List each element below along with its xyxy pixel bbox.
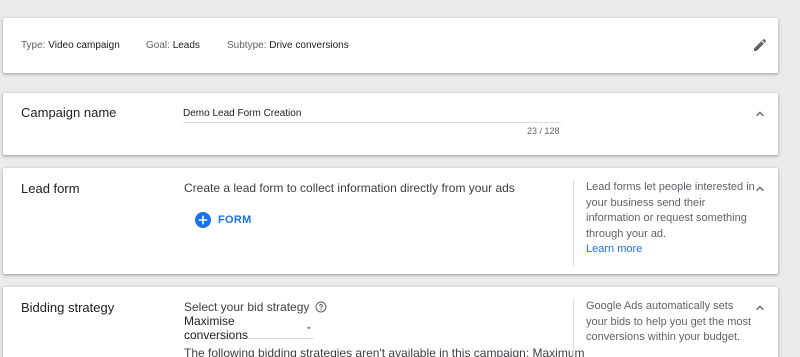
campaign-summary-card: Type: Video campaign Goal: Leads Subtype… xyxy=(3,18,778,73)
bid-strategy-prompt: Select your bid strategy xyxy=(184,300,327,314)
campaign-name-input[interactable]: Demo Lead Form Creation xyxy=(183,103,561,123)
campaign-type: Type: Video campaign xyxy=(21,40,120,51)
help-divider xyxy=(573,180,574,266)
campaign-name-value: Demo Lead Form Creation xyxy=(183,108,302,119)
char-counter: 23 / 128 xyxy=(527,126,560,136)
lead-form-title: Lead form xyxy=(21,181,80,196)
dropdown-arrow-icon xyxy=(307,327,312,330)
bid-strategy-select[interactable]: Maximise conversions xyxy=(184,314,314,342)
chevron-up-icon[interactable] xyxy=(752,181,768,197)
campaign-goal: Goal: Leads xyxy=(146,40,200,51)
campaign-name-title: Campaign name xyxy=(21,105,117,120)
bidding-strategy-card: Bidding strategy Select your bid strateg… xyxy=(3,287,778,357)
campaign-subtype: Subtype: Drive conversions xyxy=(227,40,349,51)
chevron-up-icon[interactable] xyxy=(752,300,768,316)
chevron-up-icon[interactable] xyxy=(752,106,768,122)
bid-strategy-value: Maximise conversions xyxy=(184,314,249,342)
lead-form-card: Lead form Create a lead form to collect … xyxy=(3,168,778,274)
help-icon[interactable] xyxy=(315,301,327,313)
learn-more-link[interactable]: Learn more xyxy=(586,242,756,258)
lead-form-help-text: Lead forms let people interested in your… xyxy=(586,181,755,240)
help-divider xyxy=(573,299,574,357)
add-form-label: FORM xyxy=(218,214,252,226)
plus-circle-icon xyxy=(195,212,211,228)
campaign-name-card: Campaign name Demo Lead Form Creation 23… xyxy=(3,93,778,155)
lead-form-help: Lead forms let people interested in your… xyxy=(586,180,756,258)
bid-strategy-note: The following bidding strategies aren't … xyxy=(184,346,585,357)
bidding-help-text: Google Ads automatically sets your bids … xyxy=(586,300,752,343)
pencil-icon[interactable] xyxy=(752,37,768,53)
bidding-title: Bidding strategy xyxy=(21,300,115,315)
add-form-button[interactable]: FORM xyxy=(195,212,252,228)
lead-form-description: Create a lead form to collect informatio… xyxy=(184,181,515,195)
